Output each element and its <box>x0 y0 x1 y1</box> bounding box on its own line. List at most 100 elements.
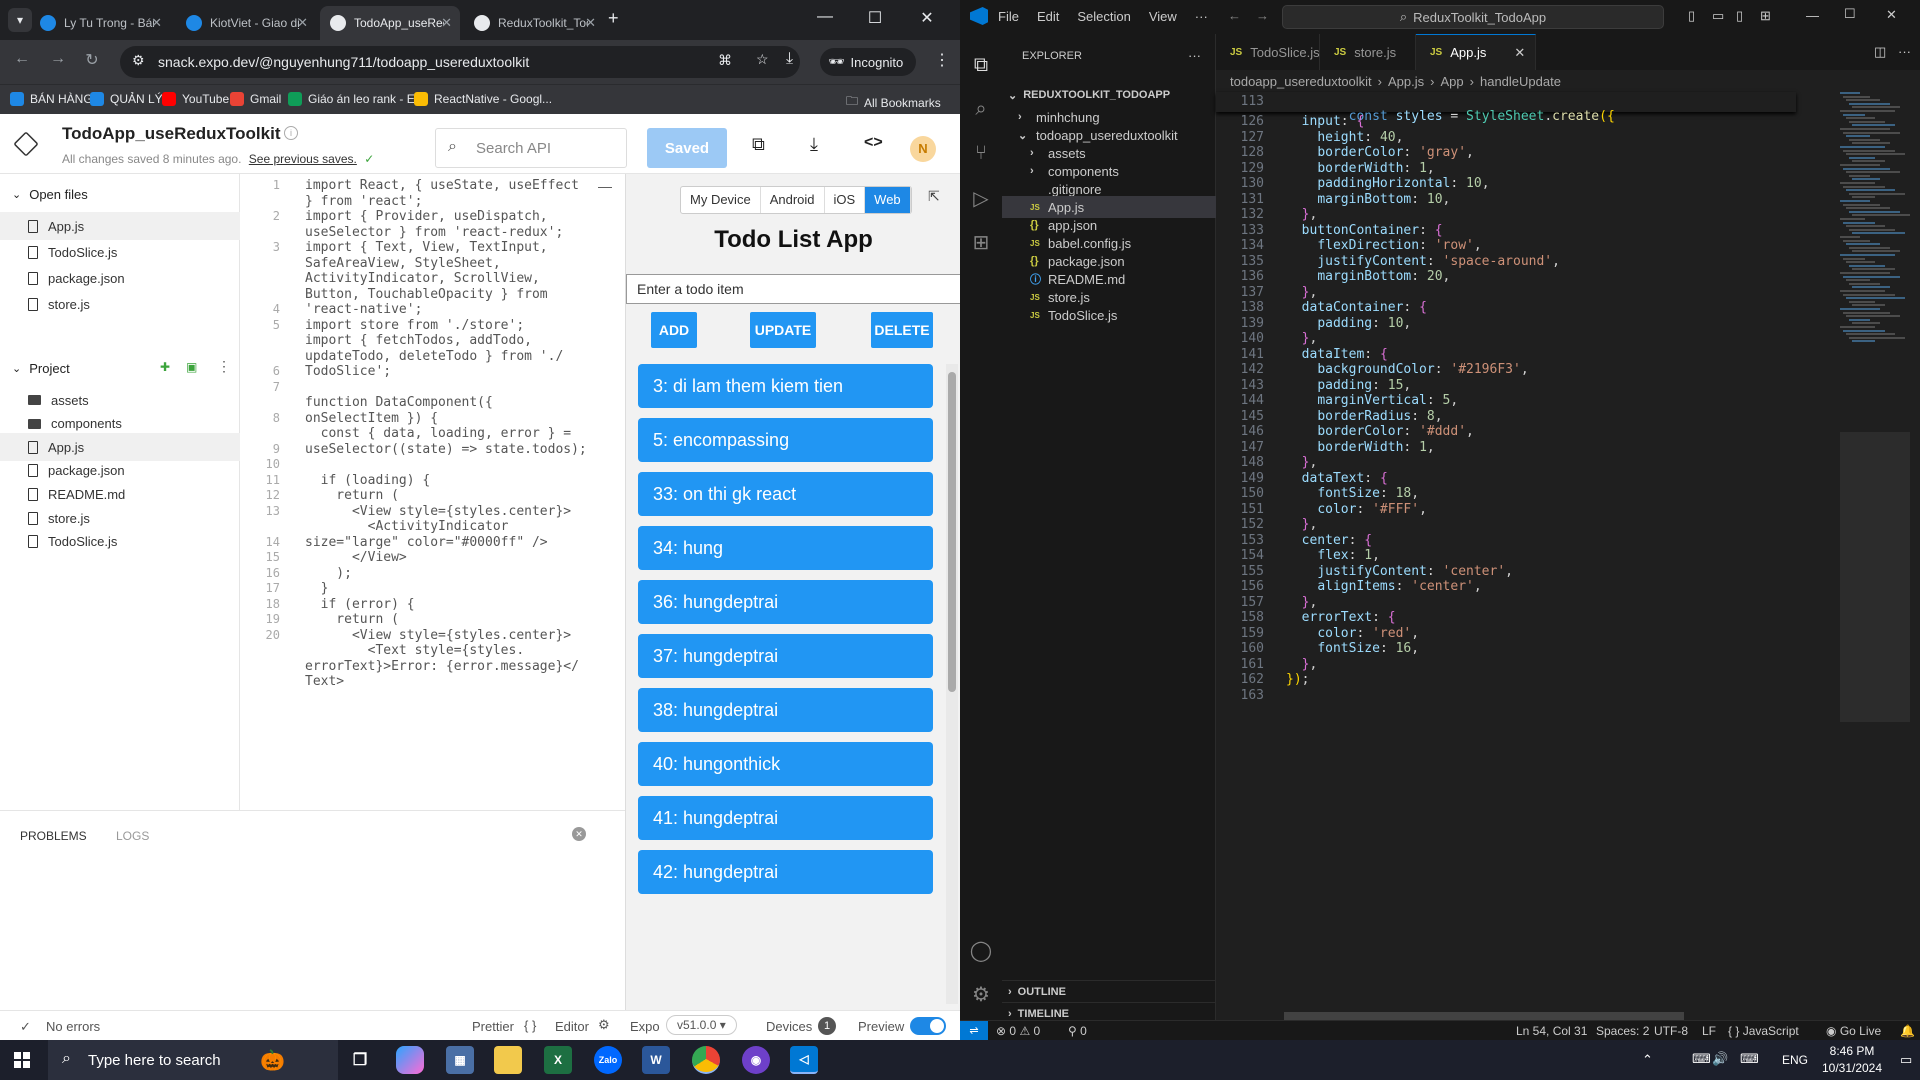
explorer-file[interactable]: JS TodoSlice.js <box>1002 304 1216 326</box>
embed-code-icon[interactable]: <> <box>864 134 883 152</box>
preview-tab[interactable]: iOS <box>825 187 866 213</box>
volume-icon[interactable]: 🔊 <box>1712 1051 1728 1067</box>
explorer-icon[interactable]: ⧉ <box>968 54 994 80</box>
update-button[interactable]: UPDATE <box>750 312 816 348</box>
bookmark-item[interactable]: Gmail <box>230 92 281 106</box>
bookmark-item[interactable]: YouTube <box>162 92 229 106</box>
network-icon[interactable]: ⌨ <box>1692 1051 1711 1067</box>
go-live-button[interactable]: ◉ Go Live <box>1826 1024 1881 1038</box>
delete-button[interactable]: DELETE <box>871 312 933 348</box>
toggle-secondary-sidebar-icon[interactable]: ▯ <box>1736 8 1743 24</box>
scrollbar-track[interactable] <box>946 364 958 1004</box>
breadcrumb-item[interactable]: todoapp_usereduxtoolkit <box>1230 74 1372 89</box>
bookmark-item[interactable]: QUẢN LÝ <box>90 92 163 106</box>
file-explorer-icon[interactable] <box>494 1046 522 1074</box>
open-file-item[interactable]: TodoSlice.js <box>0 238 240 266</box>
prettier-toggle[interactable]: Prettier <box>472 1019 514 1034</box>
nav-back-icon[interactable]: ← <box>1228 8 1241 23</box>
minimap[interactable] <box>1840 92 1910 1012</box>
notifications-icon[interactable]: 🔔 <box>1900 1024 1915 1038</box>
device-qr-icon[interactable]: ⧉ <box>752 134 765 155</box>
tray-overflow-icon[interactable]: ⌃ <box>1642 1052 1653 1068</box>
language-indicator[interactable]: ENG <box>1782 1053 1808 1067</box>
minimap-viewport[interactable] <box>1840 432 1910 722</box>
no-errors-label[interactable]: No errors <box>46 1019 100 1034</box>
bookmark-item[interactable]: ReactNative - Googl... <box>414 92 552 106</box>
todo-item[interactable]: 36: hungdeptrai <box>638 580 933 624</box>
todo-item[interactable]: 40: hungonthick <box>638 742 933 786</box>
forward-icon[interactable]: → <box>46 50 70 68</box>
problems-tab[interactable]: PROBLEMS <box>20 829 87 843</box>
task-view-icon[interactable]: ❐ <box>346 1046 374 1074</box>
all-bookmarks-button[interactable]: 🗀 All Bookmarks <box>846 92 941 113</box>
chrome-icon[interactable] <box>692 1046 720 1074</box>
add-file-icon[interactable]: ✚ <box>160 360 170 374</box>
add-folder-icon[interactable]: ▣ <box>186 360 197 374</box>
todo-input[interactable]: Enter a todo item <box>626 274 960 304</box>
tab-close-icon[interactable]: ✕ <box>441 15 452 31</box>
reload-icon[interactable]: ↻ <box>80 50 104 70</box>
project-header[interactable]: ⌄ Project <box>0 354 240 382</box>
add-button[interactable]: ADD <box>651 312 697 348</box>
root-folder[interactable]: ⌄ REDUXTOOLKIT_TODOAPP <box>1002 84 1216 106</box>
tab-close-icon[interactable]: ✕ <box>297 15 308 31</box>
zalo-icon[interactable]: Zalo <box>594 1046 622 1074</box>
outline-section[interactable]: › OUTLINE <box>1002 980 1216 1002</box>
bookmark-item[interactable]: Giáo án leo rank - E... <box>288 92 425 106</box>
split-editor-icon[interactable]: ◫ <box>1874 44 1886 60</box>
todo-item[interactable]: 5: encompassing <box>638 418 933 462</box>
close-window-button[interactable]: ✕ <box>1886 7 1897 23</box>
logs-tab[interactable]: LOGS <box>116 829 149 843</box>
gear-icon[interactable]: ⚙ <box>598 1017 610 1033</box>
extensions-icon[interactable]: ⊞ <box>968 230 994 256</box>
tab-search-button[interactable]: ▾ <box>8 8 32 32</box>
avatar[interactable]: N <box>910 136 936 162</box>
calculator-icon[interactable]: ▦ <box>446 1046 474 1074</box>
bookmark-item[interactable]: BÁN HÀNG <box>10 92 93 106</box>
expo-logo-icon[interactable] <box>13 131 39 157</box>
todo-item[interactable]: 41: hungdeptrai <box>638 796 933 840</box>
keyboard-icon[interactable]: ⌨ <box>1740 1051 1759 1067</box>
editor-tab[interactable]: JS TodoSlice.js <box>1216 34 1320 70</box>
remote-indicator[interactable]: ⇌ <box>960 1021 988 1040</box>
tab-close-icon[interactable]: ✕ <box>151 15 162 31</box>
download-icon[interactable]: ⤓ <box>786 50 793 68</box>
browser-tab[interactable]: ReduxToolkit_Todo✕ <box>464 6 604 40</box>
omnibox[interactable]: ⚙ snack.expo.dev/@nguyenhung711/todoapp_… <box>120 46 800 78</box>
menu-item[interactable]: View <box>1149 9 1177 24</box>
breadcrumb-item[interactable]: App <box>1441 74 1464 89</box>
minimize-button[interactable]: — <box>810 8 840 26</box>
menu-item[interactable]: File <box>998 9 1019 24</box>
project-file-item[interactable]: TodoSlice.js <box>0 528 240 556</box>
manage-gear-icon[interactable]: ⚙ <box>968 982 994 1008</box>
minimize-button[interactable]: — <box>1806 8 1819 23</box>
close-window-button[interactable]: ✕ <box>912 8 942 28</box>
nav-forward-icon[interactable]: → <box>1256 8 1269 23</box>
vscode-editor[interactable]: 113 const styles = StyleSheet.create({ 1… <box>1216 92 1796 1022</box>
language-mode[interactable]: { } JavaScript <box>1728 1024 1799 1038</box>
translate-icon[interactable]: ⌘ <box>718 52 732 69</box>
excel-icon[interactable]: X <box>544 1046 572 1074</box>
cursor-position[interactable]: Ln 54, Col 31 <box>1516 1024 1587 1038</box>
more-icon[interactable]: ⋮ <box>217 358 231 375</box>
close-panel-icon[interactable]: ✕ <box>572 827 586 841</box>
open-file-item[interactable]: package.json <box>0 264 240 292</box>
open-file-item[interactable]: store.js <box>0 290 240 318</box>
todo-item[interactable]: 34: hung <box>638 526 933 570</box>
source-control-icon[interactable]: ⑂ <box>968 142 994 168</box>
incognito-badge[interactable]: 🕶 Incognito <box>820 48 916 76</box>
todo-item[interactable]: 33: on thi gk react <box>638 472 933 516</box>
chrome-menu-icon[interactable]: ⋮ <box>934 50 950 70</box>
eol[interactable]: LF <box>1702 1024 1716 1038</box>
problems-status[interactable]: ⊗ 0 ⚠ 0 <box>996 1024 1040 1038</box>
run-debug-icon[interactable]: ▷ <box>968 186 994 212</box>
info-icon[interactable]: i <box>284 126 298 140</box>
browser-tab[interactable]: Ly Tu Trong - Bán h✕ <box>30 6 170 40</box>
see-previous-link[interactable]: See previous saves. <box>249 152 357 166</box>
collapse-icon[interactable]: — <box>598 178 612 194</box>
preview-tab[interactable]: Web <box>865 187 911 213</box>
editor-tab[interactable]: JS store.js <box>1320 34 1416 70</box>
saved-button[interactable]: Saved <box>647 128 727 168</box>
menu-item[interactable]: Selection <box>1077 9 1130 24</box>
clock[interactable]: 8:46 PM 10/31/2024 <box>1812 1044 1892 1075</box>
